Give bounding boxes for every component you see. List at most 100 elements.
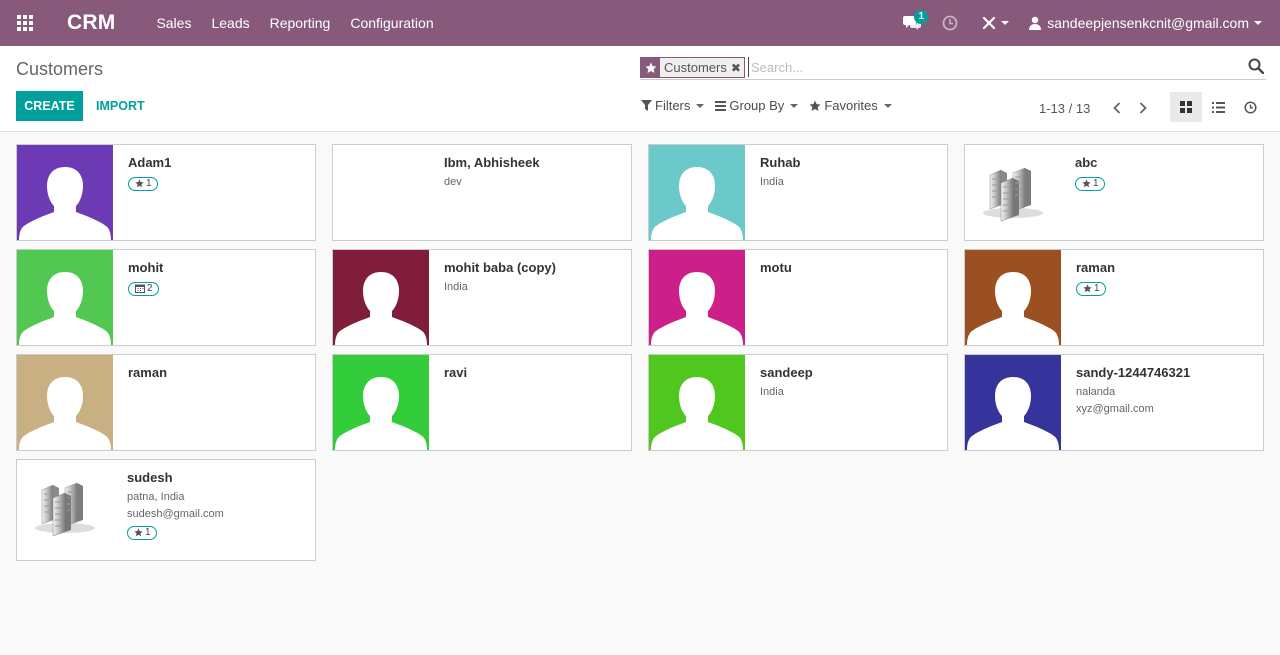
- customer-avatar: [17, 250, 113, 345]
- customer-card[interactable]: mohit 2: [16, 249, 316, 346]
- customer-card[interactable]: sandeep India: [648, 354, 948, 451]
- customer-name: raman: [1076, 260, 1116, 275]
- breadcrumb: Customers: [16, 59, 104, 79]
- control-panel: Customers CREATE IMPORT Customers ✖ Filt…: [0, 46, 1280, 132]
- opportunities-badge[interactable]: 1: [1076, 281, 1106, 296]
- customer-avatar: [333, 250, 429, 345]
- customer-card[interactable]: Ibm, Abhisheek dev: [332, 144, 632, 241]
- user-email: sandeepjensenkcnit@gmail.com: [1047, 15, 1249, 31]
- group-by-label: Group By: [729, 98, 785, 113]
- customer-card[interactable]: Adam1 1: [16, 144, 316, 241]
- customer-avatar: [17, 145, 113, 240]
- opportunities-badge[interactable]: 1: [127, 525, 157, 540]
- customer-avatar: [649, 250, 745, 345]
- company-building-icon: [965, 145, 1061, 240]
- customer-name: ravi: [444, 365, 468, 380]
- customer-card[interactable]: raman: [16, 354, 316, 451]
- customer-name: sandeep: [760, 365, 813, 380]
- group-by-dropdown[interactable]: Group By: [715, 98, 799, 113]
- company-building-icon: [17, 460, 113, 555]
- star-icon: [1083, 284, 1092, 293]
- chat-icon[interactable]: 1: [895, 0, 929, 46]
- calendar-icon: [135, 284, 145, 293]
- favorites-dropdown[interactable]: Favorites: [809, 98, 892, 113]
- badge-count: 1: [145, 527, 151, 538]
- search-view: Customers ✖: [640, 56, 1266, 80]
- pager: 1-13 / 13: [1039, 98, 1156, 118]
- customer-avatar: [333, 355, 429, 450]
- customer-detail-line: patna, India: [127, 491, 185, 503]
- activity-clock-icon[interactable]: [937, 0, 963, 46]
- pager-value[interactable]: 1-13 / 13: [1039, 101, 1090, 116]
- customer-detail-line: xyz@gmail.com: [1076, 403, 1154, 415]
- apps-menu-icon[interactable]: [0, 0, 50, 46]
- facet-remove-icon[interactable]: ✖: [731, 61, 744, 75]
- customer-name: mohit baba (copy): [444, 260, 556, 275]
- customer-avatar: [965, 250, 1061, 345]
- user-menu[interactable]: sandeepjensenkcnit@gmail.com: [1029, 0, 1280, 46]
- customer-card[interactable]: mohit baba (copy) India: [332, 249, 632, 346]
- customer-card[interactable]: motu: [648, 249, 948, 346]
- pager-next-icon[interactable]: [1130, 98, 1156, 118]
- customer-name: sudesh: [127, 470, 173, 485]
- star-icon: [134, 528, 143, 537]
- debug-tools-icon[interactable]: [977, 0, 1013, 46]
- user-icon: [1029, 16, 1042, 30]
- star-icon: [809, 100, 821, 111]
- badge-count: 1: [1093, 178, 1099, 189]
- search-icon[interactable]: [1248, 58, 1266, 76]
- customer-avatar: [965, 355, 1061, 450]
- customer-name: sandy-1244746321: [1076, 365, 1191, 380]
- customer-avatar-empty: [333, 145, 429, 240]
- search-input[interactable]: [748, 57, 1238, 77]
- list-view-icon[interactable]: [1202, 92, 1234, 122]
- filters-label: Filters: [655, 98, 691, 113]
- customer-card[interactable]: abc 1: [964, 144, 1264, 241]
- customer-name: abc: [1075, 155, 1098, 170]
- customer-detail-line: dev: [444, 176, 462, 188]
- view-switcher: [1170, 92, 1266, 122]
- menu-configuration[interactable]: Configuration: [340, 0, 443, 46]
- badge-count: 2: [147, 283, 153, 294]
- menu-reporting[interactable]: Reporting: [260, 0, 341, 46]
- badge-count: 1: [1094, 283, 1100, 294]
- customer-name: Ibm, Abhisheek: [444, 155, 540, 170]
- favorites-label: Favorites: [824, 98, 878, 113]
- kanban-view-icon[interactable]: [1170, 92, 1202, 122]
- opportunities-badge[interactable]: 1: [128, 176, 158, 191]
- menu-leads[interactable]: Leads: [201, 0, 259, 46]
- filter-bar: Filters Group By Favorites: [641, 98, 903, 113]
- filter-icon: [641, 100, 652, 111]
- customer-name: Ruhab: [760, 155, 801, 170]
- customer-detail-line: nalanda: [1076, 386, 1116, 398]
- customer-card[interactable]: ravi: [332, 354, 632, 451]
- customer-detail-line: sudesh@gmail.com: [127, 508, 224, 520]
- bars-icon: [715, 100, 727, 111]
- customer-card[interactable]: raman 1: [964, 249, 1264, 346]
- create-button[interactable]: CREATE: [16, 91, 83, 121]
- activity-view-icon[interactable]: [1234, 92, 1266, 122]
- chat-count-badge: 1: [914, 10, 929, 24]
- pager-previous-icon[interactable]: [1104, 98, 1130, 118]
- star-icon: [135, 179, 144, 188]
- customer-detail-line: India: [760, 176, 784, 188]
- customer-card[interactable]: sandy-1244746321 nalanda xyz@gmail.com: [964, 354, 1264, 451]
- filters-dropdown[interactable]: Filters: [641, 98, 705, 113]
- meetings-badge[interactable]: 2: [128, 281, 159, 296]
- customer-card[interactable]: Ruhab India: [648, 144, 948, 241]
- star-icon: [1082, 179, 1091, 188]
- opportunities-badge[interactable]: 1: [1075, 176, 1105, 191]
- customer-detail-line: India: [760, 386, 784, 398]
- top-navbar: CRM Sales Leads Reporting Configuration …: [0, 0, 1280, 46]
- customer-card[interactable]: sudesh patna, India sudesh@gmail.com 1: [16, 459, 316, 561]
- star-icon: [641, 58, 660, 77]
- customer-avatar: [649, 355, 745, 450]
- import-button[interactable]: IMPORT: [90, 91, 151, 121]
- menu-sales[interactable]: Sales: [146, 0, 201, 46]
- facet-label: Customers: [664, 60, 727, 75]
- customer-name: Adam1: [128, 155, 172, 170]
- badge-count: 1: [146, 178, 152, 189]
- customer-avatar: [649, 145, 745, 240]
- customer-avatar: [17, 355, 113, 450]
- customer-name: motu: [760, 260, 792, 275]
